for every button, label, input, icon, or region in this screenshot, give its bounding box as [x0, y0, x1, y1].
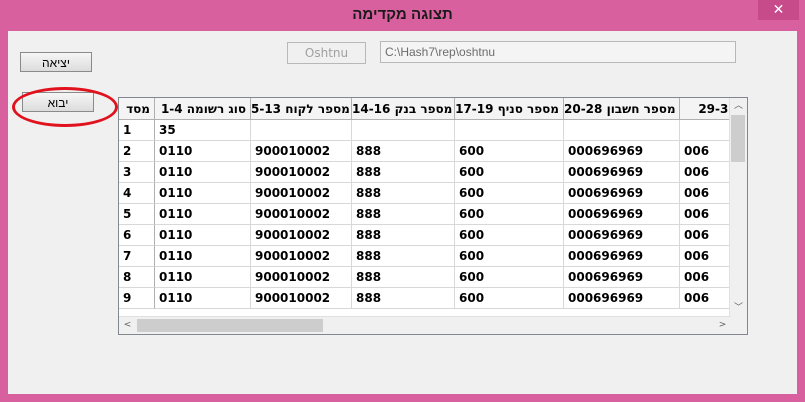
data-grid[interactable]: מסד סוג רשומה 1-4 מספר לקוח 5-13 מספר בנק …	[118, 97, 748, 335]
import-button[interactable]: יבוא	[22, 92, 94, 112]
row-number[interactable]: 9	[119, 288, 155, 309]
table-cell[interactable]: 600	[455, 141, 564, 162]
table-cell[interactable]: 900010002	[251, 267, 352, 288]
row-number[interactable]: 8	[119, 267, 155, 288]
table-cell[interactable]: 888	[352, 204, 455, 225]
table-cell[interactable]: 888	[352, 141, 455, 162]
exit-button[interactable]: יציאה	[20, 52, 92, 72]
chevron-down-icon[interactable]: ﹀	[730, 300, 747, 317]
table-cell[interactable]: 0110	[155, 183, 251, 204]
row-number[interactable]: 4	[119, 183, 155, 204]
table-cell[interactable]: 35	[155, 120, 251, 141]
horizontal-scrollbar[interactable]: < >	[119, 316, 731, 334]
table-cell[interactable]: 600	[455, 204, 564, 225]
table-cell[interactable]: 900010002	[251, 246, 352, 267]
oshtnu-button[interactable]: Oshtnu	[287, 42, 366, 64]
row-number[interactable]: 2	[119, 141, 155, 162]
table-cell[interactable]: 000696969	[564, 183, 680, 204]
table-cell[interactable]: 900010002	[251, 288, 352, 309]
chevron-up-icon[interactable]: ︿	[730, 98, 747, 115]
table-cell[interactable]: 888	[352, 288, 455, 309]
chevron-right-icon[interactable]: >	[714, 317, 731, 334]
table-cell[interactable]: 0110	[155, 225, 251, 246]
table-cell[interactable]: 900010002	[251, 141, 352, 162]
table-cell[interactable]: 888	[352, 183, 455, 204]
table-cell[interactable]	[251, 120, 352, 141]
table-cell[interactable]	[352, 120, 455, 141]
table-cell[interactable]: 000696969	[564, 267, 680, 288]
table-cell[interactable]: 888	[352, 225, 455, 246]
table-cell[interactable]: 888	[352, 267, 455, 288]
column-header-4[interactable]: מספר סניף 17-19	[455, 98, 564, 120]
table-cell[interactable]: 000696969	[564, 246, 680, 267]
path-field[interactable]: C:\Hash7\rep\oshtnu	[380, 41, 736, 63]
table-cell[interactable]: 000696969	[564, 162, 680, 183]
table-cell[interactable]: 600	[455, 162, 564, 183]
row-header-label: מסד	[119, 98, 155, 120]
table-cell[interactable]: 900010002	[251, 162, 352, 183]
table-cell[interactable]: 600	[455, 246, 564, 267]
table-cell[interactable]	[564, 120, 680, 141]
vertical-scrollbar[interactable]: ︿ ﹀	[729, 98, 747, 317]
column-header-2[interactable]: מספר לקוח 5-13	[251, 98, 352, 120]
table-cell[interactable]: 888	[352, 246, 455, 267]
table-cell[interactable]: 000696969	[564, 204, 680, 225]
row-number[interactable]: 6	[119, 225, 155, 246]
table-cell[interactable]: 900010002	[251, 183, 352, 204]
column-header-3[interactable]: מספר בנק 14-16	[352, 98, 455, 120]
vertical-scroll-thumb[interactable]	[731, 115, 745, 162]
table-cell[interactable]: 888	[352, 162, 455, 183]
table-cell[interactable]: 0110	[155, 288, 251, 309]
scroll-corner	[730, 317, 747, 334]
table-cell[interactable]: 0110	[155, 204, 251, 225]
row-number[interactable]: 7	[119, 246, 155, 267]
table-cell[interactable]: 900010002	[251, 225, 352, 246]
horizontal-scroll-thumb[interactable]	[137, 319, 323, 332]
table-cell[interactable]	[455, 120, 564, 141]
table-cell[interactable]: 0110	[155, 267, 251, 288]
row-number[interactable]: 1	[119, 120, 155, 141]
window-title: תצוגה מקדימה	[352, 6, 453, 23]
row-number[interactable]: 3	[119, 162, 155, 183]
table-cell[interactable]: 900010002	[251, 204, 352, 225]
table-cell[interactable]: 000696969	[564, 141, 680, 162]
table-cell[interactable]: 600	[455, 225, 564, 246]
close-button[interactable]: ✕	[758, 0, 799, 20]
column-header-5[interactable]: מספר חשבון 20-28	[564, 98, 680, 120]
title-bar: תצוגה מקדימה ✕	[0, 0, 805, 31]
table-cell[interactable]: 600	[455, 288, 564, 309]
table-cell[interactable]: 000696969	[564, 288, 680, 309]
window-client-area: יציאה יבוא Oshtnu C:\Hash7\rep\oshtnu מס…	[8, 31, 797, 394]
table-cell[interactable]: 0110	[155, 141, 251, 162]
table-cell[interactable]: 0110	[155, 246, 251, 267]
table-cell[interactable]: 000696969	[564, 225, 680, 246]
column-header-1[interactable]: סוג רשומה 1-4	[155, 98, 251, 120]
row-number[interactable]: 5	[119, 204, 155, 225]
table-cell[interactable]: 600	[455, 183, 564, 204]
table-cell[interactable]: 600	[455, 267, 564, 288]
table-cell[interactable]: 0110	[155, 162, 251, 183]
chevron-left-icon[interactable]: <	[119, 317, 136, 334]
